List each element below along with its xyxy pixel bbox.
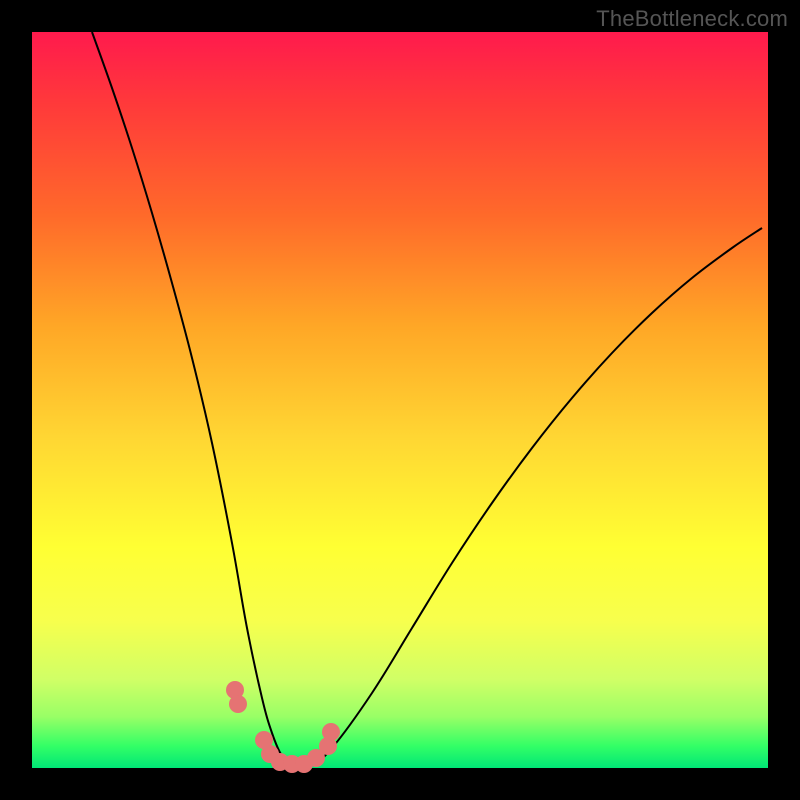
marker-dot xyxy=(229,695,247,713)
marker-dot xyxy=(322,723,340,741)
watermark-text: TheBottleneck.com xyxy=(596,6,788,32)
bottleneck-curve-path xyxy=(92,32,762,766)
plot-area xyxy=(32,32,768,768)
bottleneck-curve xyxy=(92,32,762,766)
curve-layer xyxy=(32,32,768,768)
curve-markers xyxy=(226,681,340,773)
chart-frame: TheBottleneck.com xyxy=(0,0,800,800)
